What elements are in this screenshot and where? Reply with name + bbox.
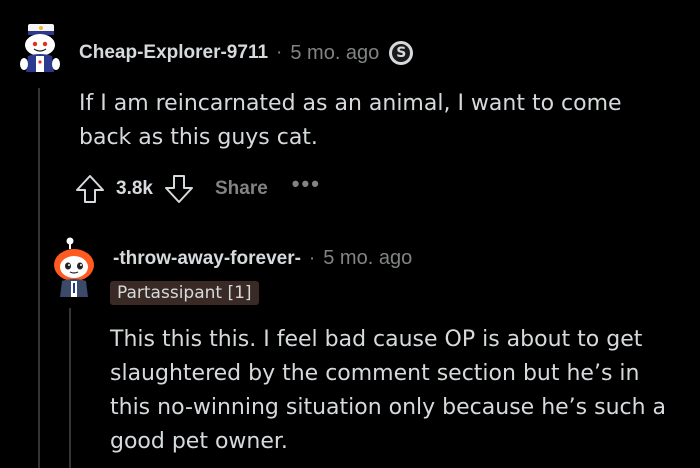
username[interactable]: Cheap-Explorer-9711	[79, 42, 268, 64]
user-flair: Partassipant [1]	[110, 281, 259, 305]
comment-body: This this this. I feel bad cause OP is a…	[110, 327, 667, 454]
timestamp[interactable]: 5 mo. ago	[323, 247, 412, 270]
comment-header: -throw-away-forever- · 5 mo. ago	[113, 247, 412, 270]
comment-header: Cheap-Explorer-9711 · 5 mo. ago S	[79, 41, 414, 65]
comment-actions: 3.8k Share •••	[74, 173, 321, 205]
share-button[interactable]: Share	[215, 178, 268, 200]
more-options-button[interactable]: •••	[292, 173, 321, 195]
comment-body: If I am reincarnated as an animal, I wan…	[79, 91, 622, 150]
vote-count: 3.8k	[116, 178, 153, 199]
orange-hair-snoo-avatar-icon	[54, 237, 94, 297]
separator: ·	[276, 42, 283, 63]
award-glyph: S	[392, 44, 411, 62]
upvote-icon[interactable]	[74, 173, 106, 205]
avatar[interactable]	[48, 237, 100, 299]
thread-line-parent[interactable]	[38, 88, 40, 468]
sailor-snoo-avatar-icon	[20, 24, 60, 72]
downvote-icon[interactable]	[163, 173, 195, 205]
timestamp[interactable]: 5 mo. ago	[290, 42, 379, 65]
separator: ·	[308, 247, 316, 269]
thread-line-child[interactable]	[69, 308, 71, 468]
avatar[interactable]	[14, 18, 64, 78]
username[interactable]: -throw-away-forever-	[113, 248, 301, 270]
award-icon[interactable]: S	[389, 41, 414, 65]
